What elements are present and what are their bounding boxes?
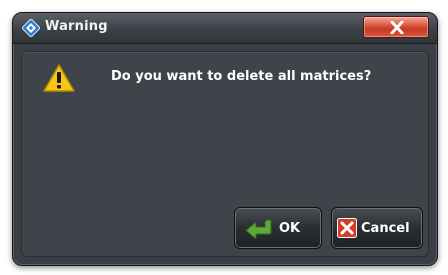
warning-dialog: Warning Do you want to delete all matric… bbox=[12, 12, 438, 266]
close-button[interactable] bbox=[363, 16, 429, 38]
enter-arrow-icon bbox=[245, 218, 275, 244]
warning-triangle-icon bbox=[42, 63, 76, 97]
rohde-schwarz-logo-icon bbox=[21, 18, 41, 38]
close-x-icon bbox=[390, 21, 404, 34]
cancel-button-label: Cancel bbox=[361, 221, 410, 236]
cancel-x-icon bbox=[337, 218, 357, 242]
cancel-button[interactable]: Cancel bbox=[331, 207, 423, 249]
ok-button-label: OK bbox=[279, 221, 301, 236]
title-bar[interactable]: Warning bbox=[13, 13, 437, 44]
dialog-title: Warning bbox=[45, 19, 108, 34]
ok-button[interactable]: OK bbox=[234, 207, 322, 249]
warning-message: Do you want to delete all matrices? bbox=[111, 69, 372, 84]
